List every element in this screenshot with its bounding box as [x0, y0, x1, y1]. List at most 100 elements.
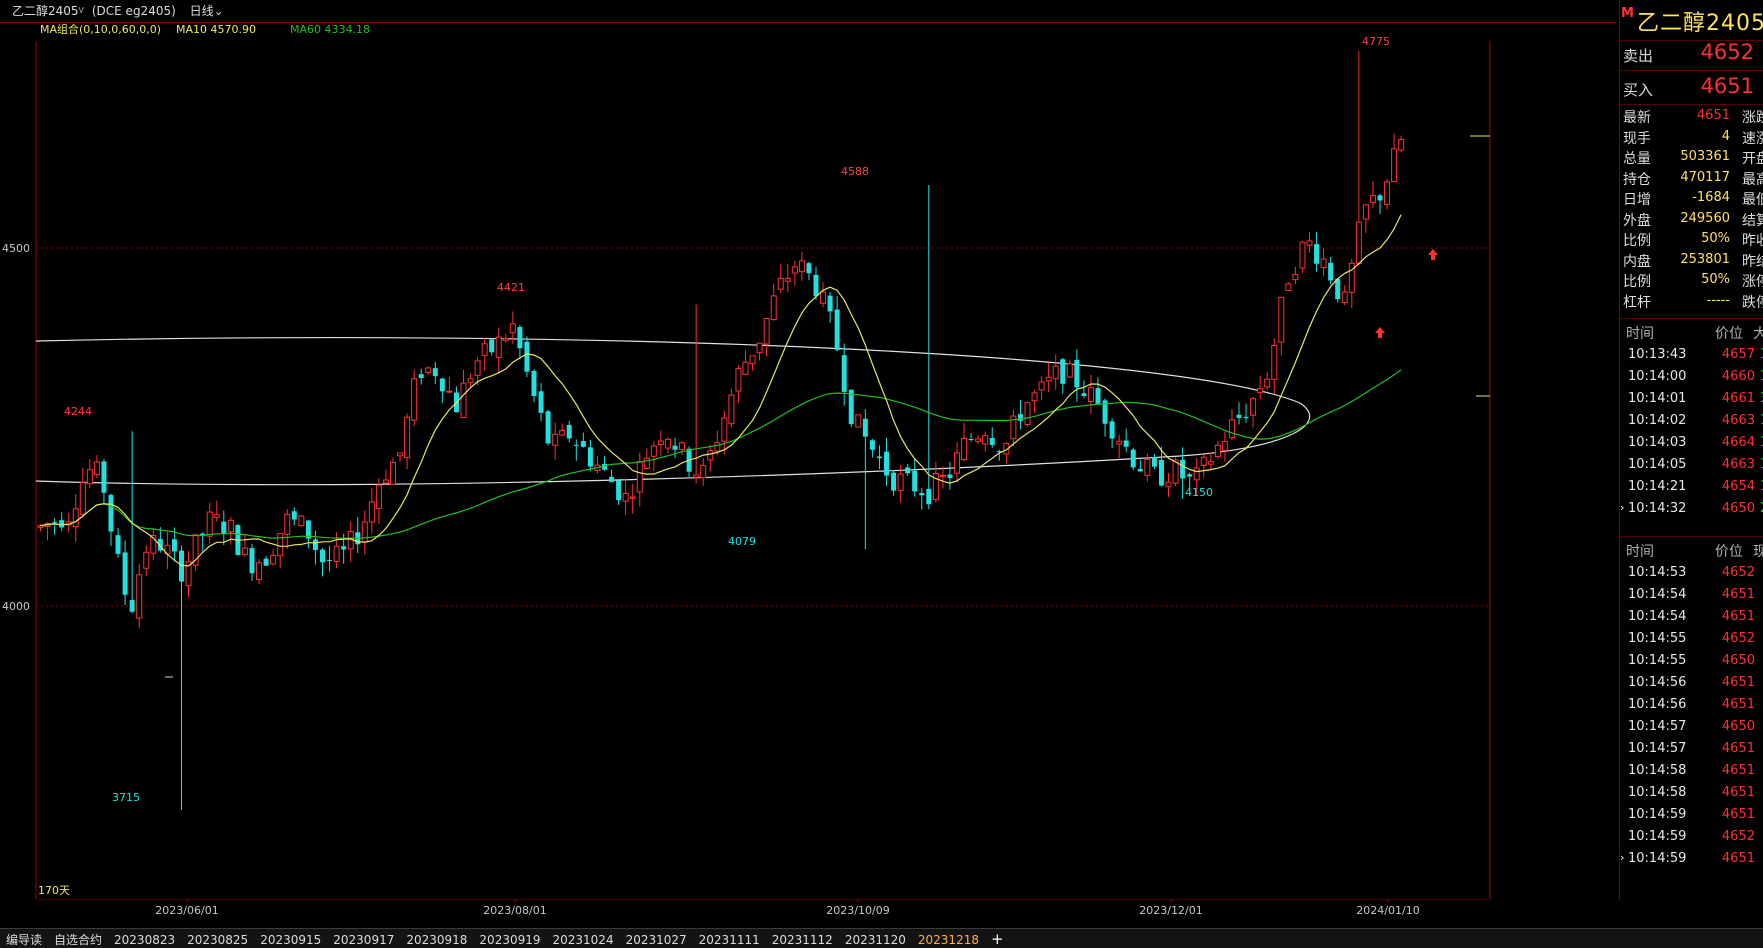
bottom-tab[interactable]: 20230915 — [254, 930, 327, 948]
candle-body-down — [531, 370, 537, 396]
stat-label-right: 速涨 — [1742, 130, 1763, 147]
bottom-tab[interactable]: 20231111 — [693, 930, 766, 948]
candle-body-down — [1109, 421, 1115, 439]
kline-svg[interactable]: MA组合(0,10,0,60,0,0) MA10 4570.90 MA60 43… — [0, 22, 1615, 900]
stat-label-right: 最低 — [1742, 192, 1763, 208]
tick-row[interactable]: 10:14:58 4651 — [1620, 759, 1763, 783]
candle-body-up — [93, 461, 100, 475]
candle-body-up — [284, 513, 291, 535]
period-selector[interactable]: 日线⌄ — [190, 0, 224, 22]
trade-row[interactable]: 10:14:0046601 — [1620, 365, 1763, 389]
bottom-tab[interactable]: 编导读 — [0, 930, 48, 948]
bottom-tab[interactable]: 20231027 — [620, 930, 693, 948]
trade-row[interactable]: 10:13:4346571 — [1620, 343, 1763, 367]
tick-row[interactable]: 10:14:57 4650 — [1620, 715, 1763, 739]
tick-row[interactable]: 10:14:54 4651 — [1620, 605, 1763, 629]
trade-row[interactable]: 10:14:0346641 — [1620, 431, 1763, 455]
stat-value: 470117 — [1680, 169, 1730, 185]
trade-row[interactable]: 10:14:3246502› — [1620, 497, 1763, 521]
tick-row[interactable]: 10:14:54 4651 — [1620, 583, 1763, 607]
kline-chart[interactable]: MA组合(0,10,0,60,0,0) MA10 4570.90 MA60 43… — [0, 22, 1615, 900]
trade-row[interactable]: 10:14:0246631 — [1620, 409, 1763, 433]
candle-body-up — [1144, 458, 1151, 476]
bottom-tab[interactable]: 自选合约 — [48, 930, 108, 948]
bottom-tab[interactable]: 20231112 — [766, 930, 839, 948]
ellipse-outline[interactable] — [35, 337, 1311, 486]
date-label: 2024/01/10 — [1356, 904, 1419, 917]
price-annotation: 4079 — [728, 535, 756, 548]
candle-body-down — [489, 339, 495, 353]
chart-header: 乙二醇2405V (DCE eg2405) 日线⌄ — [0, 0, 1615, 23]
candle-body-up — [777, 277, 784, 290]
futures-trading-app: 乙二醇2405V (DCE eg2405) 日线⌄ MA组合(0,10,0,60… — [0, 0, 1763, 948]
buy-price: 4651 — [1700, 74, 1754, 98]
buy-row[interactable]: 买入 4651 — [1620, 71, 1763, 105]
trade-price: 4661 — [1721, 391, 1755, 406]
candle-body-up — [213, 514, 220, 518]
add-tab-button[interactable]: + — [985, 929, 1010, 948]
bottom-tab[interactable]: 20230918 — [400, 930, 473, 948]
trade-row[interactable]: 10:14:0546631 — [1620, 453, 1763, 477]
stat-label: 内盘 — [1623, 253, 1651, 270]
candle-body-up — [404, 416, 411, 459]
tick-row[interactable]: 10:14:57 4651 — [1620, 737, 1763, 761]
candle-body-up — [1257, 388, 1264, 394]
ma10-label: MA10 4570.90 — [176, 23, 256, 36]
price-annotation: 3715 — [112, 791, 140, 804]
trade-row[interactable]: 10:14:2146541 — [1620, 475, 1763, 499]
candle-body-down — [1243, 416, 1249, 419]
tick-row[interactable]: 10:14:56 4651 — [1620, 671, 1763, 695]
quote-panel: M 乙二醇2405 卖出 4652 买入 4651 最新 4651 涨跌现手 4 速涨总… — [1619, 0, 1763, 900]
signal-arrows — [1375, 249, 1438, 338]
candle-body-up — [1165, 481, 1172, 488]
bottom-tab[interactable]: 20231218 — [912, 930, 985, 948]
ellipse-drawing[interactable] — [35, 337, 1311, 486]
stat-label: 最新 — [1623, 110, 1651, 126]
tick-row[interactable]: 10:14:55 4652 — [1620, 627, 1763, 651]
tick-price: 4651 — [1721, 851, 1755, 866]
stat-value: 249560 — [1680, 210, 1730, 226]
stat-label: 比例 — [1623, 274, 1651, 290]
tick-time: 10:14:58 — [1628, 763, 1687, 778]
tick-row[interactable]: 10:14:53 4652 — [1620, 561, 1763, 585]
tick-time: 10:14:59 — [1628, 807, 1687, 822]
candle-body-up — [1355, 221, 1362, 265]
stat-row: 杠杆 ----- 跌停 — [1620, 290, 1763, 312]
bottom-tab[interactable]: 20230919 — [473, 930, 546, 948]
candle-body-down — [524, 341, 530, 372]
tick-time: 10:14:55 — [1628, 631, 1687, 646]
candle-body-up — [1320, 258, 1327, 268]
tick-price: 4651 — [1721, 807, 1755, 822]
candle-body-up — [1264, 378, 1271, 388]
price-annotation: 4150 — [1185, 486, 1213, 499]
bottom-tab[interactable]: 20231120 — [839, 930, 912, 948]
sell-row[interactable]: 卖出 4652 — [1620, 37, 1763, 71]
price-label-4000: 4000 — [2, 600, 30, 613]
tick-row[interactable]: 10:14:59 4652 — [1620, 825, 1763, 849]
candle-body-down — [813, 274, 819, 297]
symbol-name[interactable]: 乙二醇2405 — [12, 0, 79, 22]
bottom-tab[interactable]: 20230823 — [108, 930, 181, 948]
trade-row[interactable]: 10:14:0146613 — [1620, 387, 1763, 411]
tick-row[interactable]: 10:14:56 4651 — [1620, 693, 1763, 717]
stat-value: -1684 — [1692, 190, 1730, 205]
stat-label: 杠杆 — [1623, 294, 1651, 311]
tick-row[interactable]: 10:14:58 4651 — [1620, 781, 1763, 805]
bottom-tab[interactable]: 20230825 — [181, 930, 254, 948]
bottom-tab[interactable]: 20231024 — [547, 930, 620, 948]
candle-body-up — [375, 484, 382, 509]
trade-time: 10:14:32 — [1628, 501, 1687, 516]
candle-body-down — [115, 535, 121, 554]
bottom-tab[interactable]: 20230917 — [327, 930, 400, 948]
candle-body-down — [616, 480, 622, 501]
tick-row[interactable]: 10:14:59 4651 › — [1620, 847, 1763, 871]
candle-body-down — [122, 552, 128, 595]
candle-body-up — [241, 547, 248, 556]
quote-symbol[interactable]: 乙二醇2405 — [1637, 5, 1763, 37]
tick-row[interactable]: 10:14:55 4650 — [1620, 649, 1763, 673]
candle-body-down — [327, 559, 333, 561]
tick-row[interactable]: 10:14:59 4651 — [1620, 803, 1763, 827]
up-arrow-icon — [1375, 327, 1385, 338]
tick-time: 10:14:59 — [1628, 829, 1687, 844]
candle-body-up — [1031, 392, 1038, 402]
